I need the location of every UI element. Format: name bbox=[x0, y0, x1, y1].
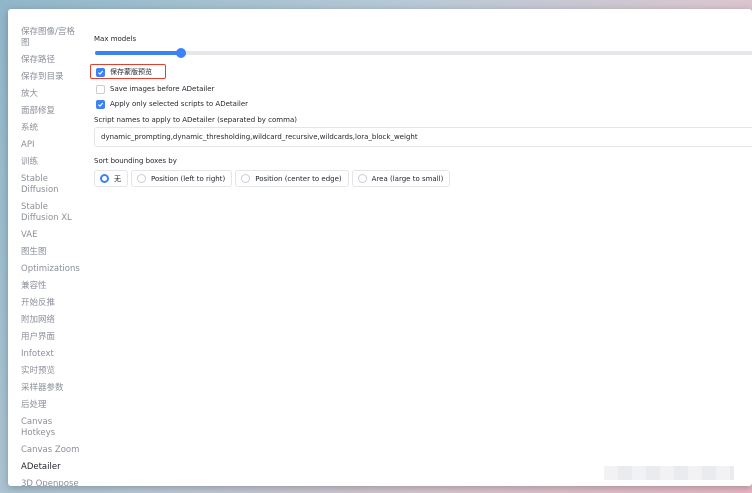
sidebar-item-vae[interactable]: VAE bbox=[8, 228, 83, 245]
apply-only-selected-label: Apply only selected scripts to ADetailer bbox=[110, 100, 249, 108]
sort-option-label: Position (left to right) bbox=[151, 174, 226, 183]
sidebar-item-save-to-dir[interactable]: 保存到目录 bbox=[8, 70, 83, 87]
settings-panel: Max models 保存蒙版预览 Save images before ADe… bbox=[90, 9, 752, 486]
sidebar-item-3d-openpose-editor[interactable]: 3D Openpose Editor bbox=[8, 477, 83, 486]
blurred-watermark bbox=[604, 466, 734, 480]
sidebar-item-upscale[interactable]: 放大 bbox=[8, 87, 83, 104]
settings-window: 保存图像/宫格图 保存路径 保存到目录 放大 面部修复 系统 API 训练 St… bbox=[8, 9, 752, 486]
radio-icon bbox=[137, 174, 146, 183]
check-icon bbox=[98, 102, 104, 107]
script-names-label: Script names to apply to ADetailer (sepa… bbox=[94, 116, 297, 124]
radio-icon bbox=[357, 174, 367, 183]
settings-sidebar: 保存图像/宫格图 保存路径 保存到目录 放大 面部修复 系统 API 训练 St… bbox=[8, 9, 86, 486]
save-mask-preview-checkbox[interactable] bbox=[96, 67, 105, 77]
apply-only-selected-checkbox-row[interactable]: Apply only selected scripts to ADetailer bbox=[94, 98, 248, 110]
sidebar-item-optimizations[interactable]: Optimizations bbox=[8, 262, 83, 279]
apply-only-selected-checkbox[interactable] bbox=[96, 99, 105, 109]
sidebar-item-extra-networks[interactable]: 附加网络 bbox=[8, 313, 83, 330]
sort-option-center-to-edge[interactable]: Position (center to edge) bbox=[235, 170, 349, 187]
check-icon bbox=[98, 70, 104, 75]
sidebar-item-user-interface[interactable]: 用户界面 bbox=[8, 330, 83, 347]
script-names-input[interactable]: dynamic_prompting,dynamic_thresholding,w… bbox=[94, 127, 752, 147]
sort-option-label: 无 bbox=[114, 174, 121, 183]
save-mask-preview-checkbox-row[interactable]: 保存蒙版预览 bbox=[94, 66, 152, 78]
sort-bounding-boxes-label: Sort bounding boxes by bbox=[94, 157, 177, 165]
sidebar-item-interrogate[interactable]: 开始反推 bbox=[8, 296, 83, 313]
sidebar-item-compatibility[interactable]: 兼容性 bbox=[8, 279, 83, 296]
sort-option-none[interactable]: 无 bbox=[94, 170, 128, 187]
sidebar-item-save-path[interactable]: 保存路径 bbox=[8, 53, 83, 70]
sidebar-item-postprocessing[interactable]: 后处理 bbox=[8, 398, 83, 415]
sidebar-item-img2img[interactable]: 图生图 bbox=[8, 245, 83, 262]
sidebar-item-save-images-grid[interactable]: 保存图像/宫格图 bbox=[8, 25, 83, 53]
sidebar-item-adetailer[interactable]: ADetailer bbox=[8, 460, 83, 477]
sidebar-item-infotext[interactable]: Infotext bbox=[8, 347, 83, 364]
save-images-before-checkbox-row[interactable]: Save images before ADetailer bbox=[94, 83, 214, 95]
sidebar-item-live-preview[interactable]: 实时预览 bbox=[8, 364, 83, 381]
max-models-slider[interactable] bbox=[95, 48, 752, 58]
save-mask-preview-label: 保存蒙版预览 bbox=[110, 68, 152, 76]
save-images-before-label: Save images before ADetailer bbox=[110, 85, 215, 93]
sidebar-item-training[interactable]: 训练 bbox=[8, 155, 83, 172]
sidebar-item-face-restore[interactable]: 面部修复 bbox=[8, 104, 83, 121]
sidebar-item-api[interactable]: API bbox=[8, 138, 83, 155]
sidebar-item-system[interactable]: 系统 bbox=[8, 121, 83, 138]
sort-option-area[interactable]: Area (large to small) bbox=[351, 170, 451, 187]
radio-selected-icon bbox=[100, 174, 109, 183]
sidebar-item-stable-diffusion-xl[interactable]: Stable Diffusion XL bbox=[8, 200, 83, 228]
sort-option-label: Position (center to edge) bbox=[255, 174, 342, 183]
sidebar-item-canvas-zoom[interactable]: Canvas Zoom bbox=[8, 443, 83, 460]
max-models-label: Max models bbox=[94, 35, 137, 43]
sort-option-left-to-right[interactable]: Position (left to right) bbox=[131, 170, 233, 187]
max-models-slider-fill bbox=[95, 51, 181, 55]
sort-option-label: Area (large to small) bbox=[371, 174, 444, 183]
save-images-before-checkbox[interactable] bbox=[96, 84, 105, 94]
max-models-slider-handle[interactable] bbox=[175, 48, 186, 58]
sidebar-item-sampler-params[interactable]: 采样器参数 bbox=[8, 381, 83, 398]
sort-bounding-boxes-radio-group: 无 Position (left to right) Position (cen… bbox=[94, 170, 453, 187]
sidebar-item-stable-diffusion[interactable]: Stable Diffusion bbox=[8, 172, 83, 200]
sidebar-item-canvas-hotkeys[interactable]: Canvas Hotkeys bbox=[8, 415, 83, 443]
radio-icon bbox=[241, 174, 251, 183]
